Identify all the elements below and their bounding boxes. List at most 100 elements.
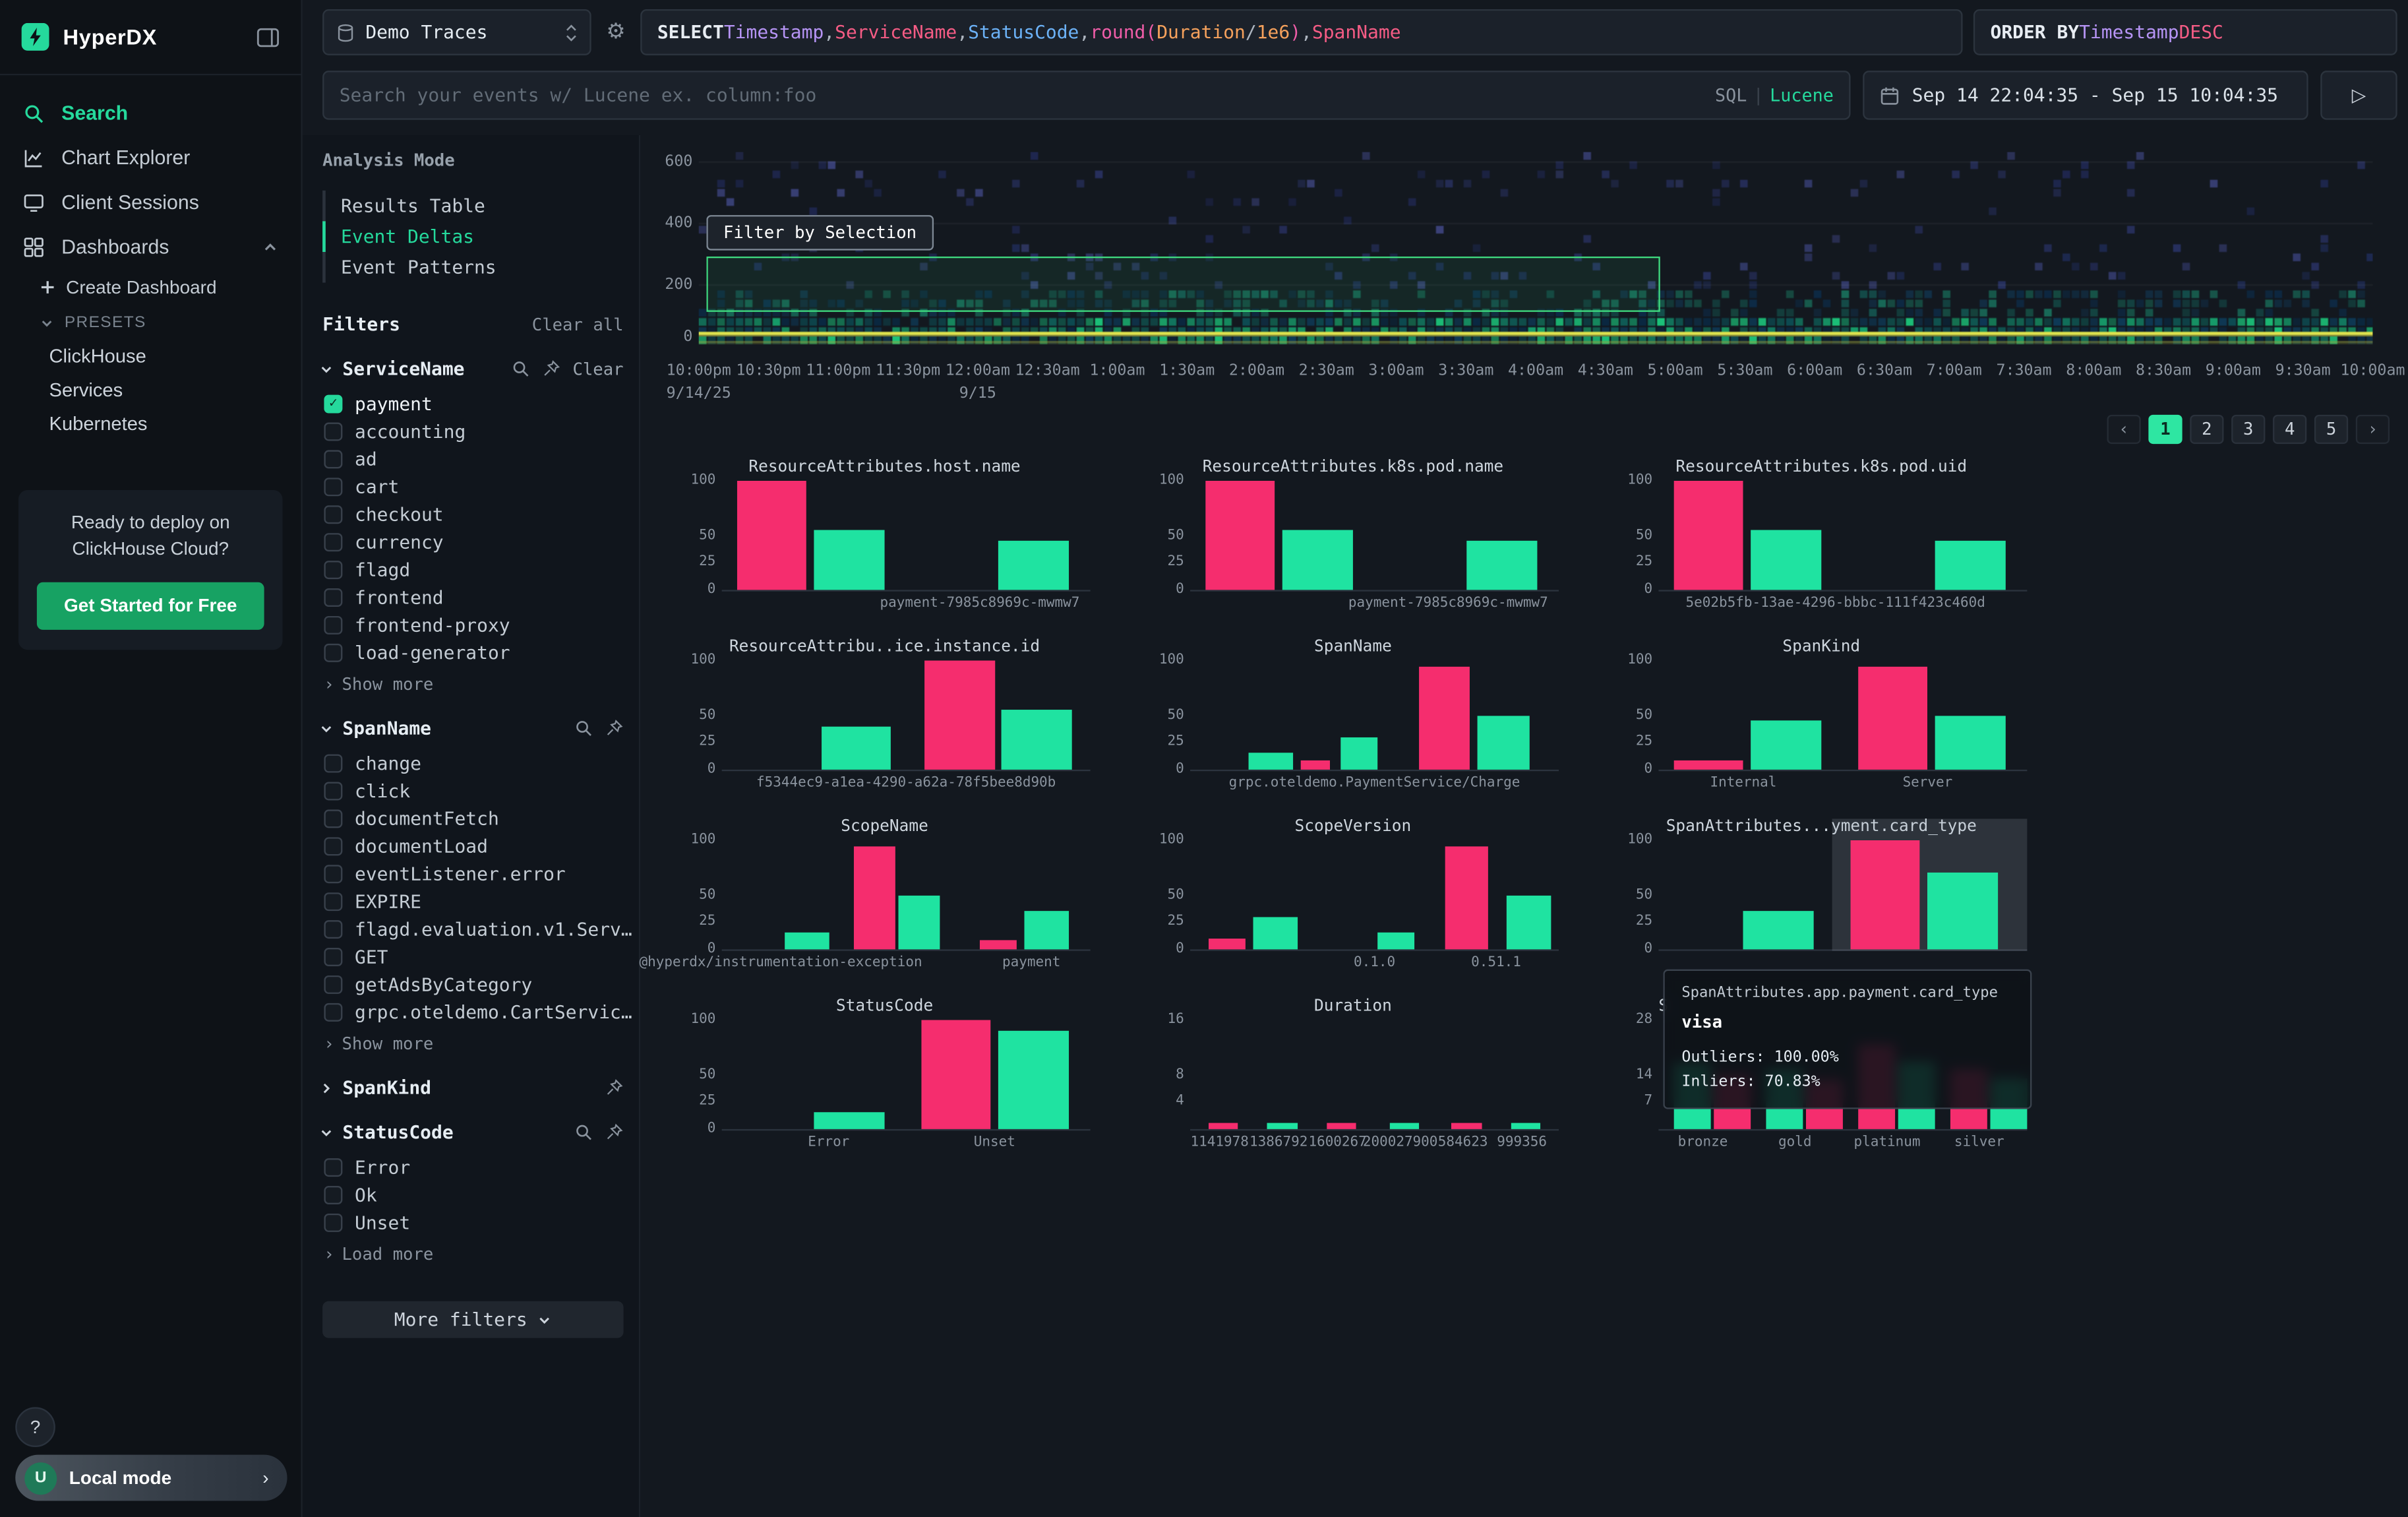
- checkbox[interactable]: [324, 948, 342, 966]
- sidebar-item-search[interactable]: Search: [0, 90, 301, 135]
- clear-all-filters-button[interactable]: Clear all: [532, 314, 624, 334]
- sidebar-item-client-sessions[interactable]: Client Sessions: [0, 180, 301, 225]
- pin-icon[interactable]: [542, 359, 560, 378]
- filter-option-cart[interactable]: cart: [324, 473, 638, 501]
- language-lucene[interactable]: Lucene: [1770, 84, 1834, 106]
- filter-option-Unset[interactable]: Unset: [324, 1209, 638, 1237]
- help-button[interactable]: ?: [15, 1407, 55, 1447]
- inlier-bar[interactable]: [1927, 873, 1997, 950]
- sql-query-input[interactable]: SELECT Timestamp, ServiceName, StatusCod…: [640, 9, 1962, 55]
- inlier-bar[interactable]: [1024, 912, 1068, 950]
- chevron-down-icon[interactable]: [319, 722, 333, 735]
- outlier-bar[interactable]: [1209, 1124, 1238, 1129]
- run-query-button[interactable]: ▷: [2320, 71, 2397, 120]
- checkbox[interactable]: ✓: [324, 395, 342, 414]
- clear-group-button[interactable]: Clear: [572, 359, 623, 379]
- checkbox[interactable]: [324, 1158, 342, 1177]
- filter-option-change[interactable]: change: [324, 750, 638, 778]
- outlier-bar[interactable]: [1327, 1124, 1356, 1129]
- order-by-input[interactable]: ORDER BY Timestamp DESC: [1973, 9, 2397, 55]
- outlier-bar[interactable]: [1205, 481, 1275, 590]
- inlier-bar[interactable]: [1935, 715, 2005, 770]
- pager-page-5[interactable]: 5: [2314, 415, 2348, 444]
- inlier-bar[interactable]: [1751, 720, 1821, 769]
- inlier-bar[interactable]: [1511, 1124, 1540, 1129]
- filter-option-load-generator[interactable]: load-generator: [324, 639, 638, 667]
- source-select[interactable]: Demo Traces: [322, 9, 591, 55]
- inlier-bar[interactable]: [1743, 912, 1813, 950]
- get-started-button[interactable]: Get Started for Free: [37, 582, 264, 630]
- chevron-down-icon[interactable]: [319, 1125, 333, 1139]
- chevron-down-icon[interactable]: [319, 361, 333, 375]
- filter-option-documentLoad[interactable]: documentLoad: [324, 832, 638, 860]
- outlier-bar[interactable]: [1445, 846, 1489, 949]
- checkbox[interactable]: [324, 422, 342, 441]
- pin-icon[interactable]: [605, 1078, 624, 1097]
- checkbox[interactable]: [324, 920, 342, 939]
- filter-option-Ok[interactable]: Ok: [324, 1181, 638, 1209]
- search-icon[interactable]: [574, 1123, 593, 1142]
- inlier-bar[interactable]: [1341, 737, 1378, 770]
- inlier-bar[interactable]: [1507, 895, 1551, 950]
- filter-option-flagd.evaluation.v1.Serv…[interactable]: flagd.evaluation.v1.Serv…: [324, 915, 638, 943]
- inlier-bar[interactable]: [1249, 753, 1293, 770]
- checkbox[interactable]: [324, 644, 342, 662]
- checkbox[interactable]: [324, 782, 342, 801]
- inlier-bar[interactable]: [1935, 541, 2005, 590]
- local-mode-pill[interactable]: U Local mode ›: [15, 1455, 287, 1501]
- inlier-bar[interactable]: [1378, 933, 1415, 950]
- inlier-bar[interactable]: [1267, 1124, 1297, 1129]
- inlier-bar[interactable]: [1478, 715, 1529, 770]
- outlier-bar[interactable]: [1857, 666, 1927, 770]
- gear-icon[interactable]: ⚙: [602, 20, 630, 44]
- checkbox[interactable]: [324, 478, 342, 496]
- filter-option-payment[interactable]: ✓payment: [324, 390, 638, 418]
- filter-option-grpc.oteldemo.CartServic…[interactable]: grpc.oteldemo.CartServic…: [324, 999, 638, 1026]
- outlier-bar[interactable]: [855, 846, 895, 949]
- filter-option-documentFetch[interactable]: documentFetch: [324, 805, 638, 832]
- presets-toggle[interactable]: PRESETS: [0, 305, 301, 339]
- outlier-bar[interactable]: [737, 481, 806, 590]
- pager-page-3[interactable]: 3: [2231, 415, 2265, 444]
- show-more-servicename[interactable]: ›Show more: [324, 674, 638, 694]
- sidebar-item-chart-explorer[interactable]: Chart Explorer: [0, 135, 301, 180]
- inlier-bar[interactable]: [1002, 710, 1071, 770]
- language-toggle[interactable]: SQL|Lucene: [1715, 84, 1834, 106]
- filter-option-ad[interactable]: ad: [324, 445, 638, 473]
- inlier-bar[interactable]: [1253, 917, 1297, 950]
- filter-option-flagd[interactable]: flagd: [324, 556, 638, 584]
- pin-icon[interactable]: [605, 1123, 624, 1142]
- preset-kubernetes[interactable]: Kubernetes: [0, 407, 301, 441]
- events-heatmap[interactable]: [699, 152, 2373, 346]
- pager-prev[interactable]: ‹: [2107, 415, 2140, 444]
- checkbox[interactable]: [324, 837, 342, 855]
- preset-clickhouse[interactable]: ClickHouse: [0, 340, 301, 373]
- checkbox[interactable]: [324, 450, 342, 468]
- checkbox[interactable]: [324, 1186, 342, 1204]
- show-more-spanname[interactable]: ›Show more: [324, 1034, 638, 1053]
- checkbox[interactable]: [324, 505, 342, 524]
- pager-page-1[interactable]: 1: [2148, 415, 2182, 444]
- inlier-bar[interactable]: [785, 933, 829, 950]
- mode-event-deltas[interactable]: Event Deltas: [322, 221, 639, 252]
- preset-services[interactable]: Services: [0, 373, 301, 407]
- inlier-bar[interactable]: [822, 726, 891, 770]
- sidebar-item-dashboards[interactable]: Dashboards: [0, 224, 301, 269]
- more-filters-button[interactable]: More filters: [322, 1301, 623, 1338]
- filter-option-accounting[interactable]: accounting: [324, 418, 638, 446]
- outlier-bar[interactable]: [1452, 1124, 1482, 1129]
- outlier-bar[interactable]: [1673, 761, 1743, 770]
- checkbox[interactable]: [324, 561, 342, 579]
- filter-option-eventListener.error[interactable]: eventListener.error: [324, 860, 638, 888]
- checkbox[interactable]: [324, 975, 342, 994]
- date-range-picker[interactable]: Sep 14 22:04:35 - Sep 15 10:04:35: [1863, 71, 2308, 120]
- mode-results-table[interactable]: Results Table: [326, 191, 639, 222]
- checkbox[interactable]: [324, 755, 342, 773]
- search-icon[interactable]: [511, 359, 529, 378]
- filter-option-frontend-proxy[interactable]: frontend-proxy: [324, 611, 638, 639]
- filter-option-checkout[interactable]: checkout: [324, 501, 638, 528]
- checkbox[interactable]: [324, 892, 342, 911]
- checkbox[interactable]: [324, 809, 342, 828]
- language-sql[interactable]: SQL: [1715, 84, 1747, 106]
- checkbox[interactable]: [324, 588, 342, 607]
